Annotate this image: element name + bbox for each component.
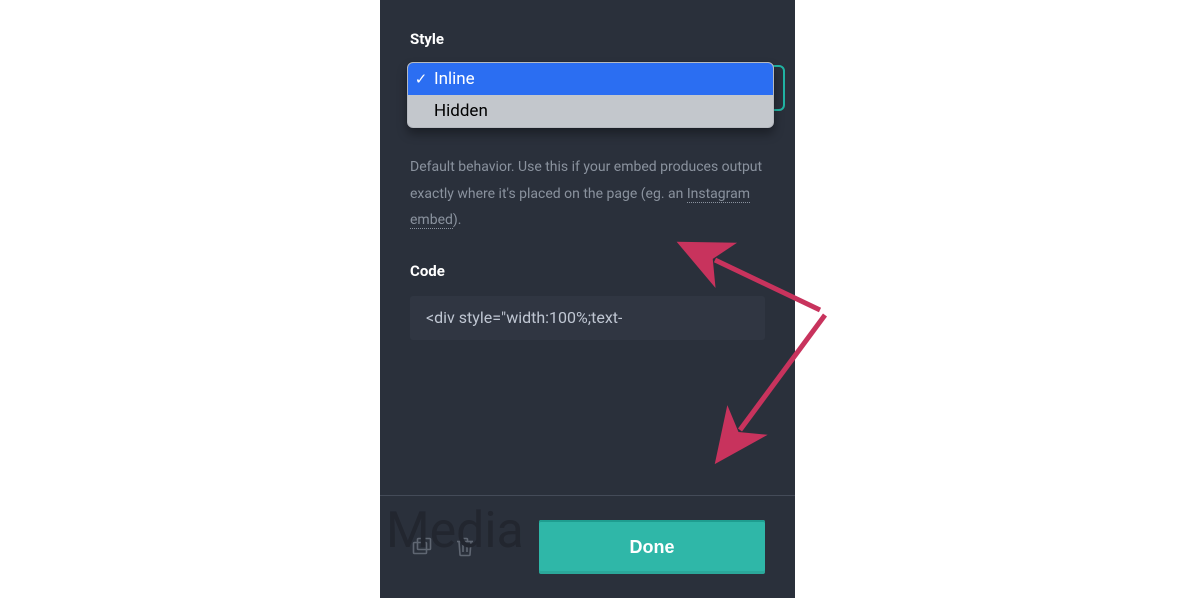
trash-icon [454, 535, 476, 559]
style-help-text: Default behavior. Use this if your embed… [410, 154, 765, 234]
code-label: Code [410, 262, 765, 280]
done-button-label: Done [630, 537, 675, 558]
code-input[interactable]: <div style="width:100%;text- [410, 296, 765, 340]
help-text-post: ). [453, 212, 462, 228]
style-select-wrap: ✓ Inline ✓ Hidden [410, 62, 765, 128]
embed-settings-panel: Style ✓ Inline ✓ Hidden Default behavior… [380, 0, 795, 598]
style-option-hidden[interactable]: ✓ Hidden [408, 95, 773, 127]
delete-button[interactable] [454, 535, 476, 559]
check-icon: ✓ [408, 70, 434, 88]
style-option-label: Inline [434, 69, 773, 89]
style-option-label: Hidden [434, 101, 773, 121]
panel-footer: Media Done [380, 495, 795, 598]
code-input-value: <div style="width:100%;text- [426, 308, 622, 327]
style-option-inline[interactable]: ✓ Inline [408, 63, 773, 95]
style-label: Style [410, 30, 765, 48]
duplicate-button[interactable] [410, 535, 434, 559]
style-dropdown[interactable]: ✓ Inline ✓ Hidden [407, 62, 774, 128]
copy-icon [410, 535, 434, 559]
done-button[interactable]: Done [539, 520, 765, 574]
